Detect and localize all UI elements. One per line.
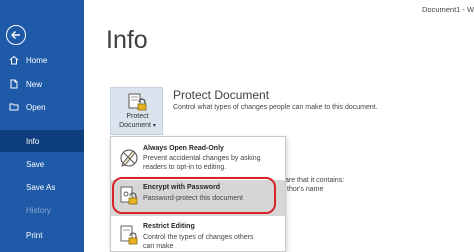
menu-item-desc: readers to opt-in to editing. (143, 164, 227, 171)
folder-open-icon (9, 102, 19, 112)
nav-save-as-label: Save As (26, 182, 56, 192)
inspect-text-partial-2: thor's name (287, 186, 324, 193)
restrict-lock-icon (119, 223, 139, 249)
protect-description: Control what types of changes people can… (173, 104, 378, 111)
protect-document-button[interactable]: Protect Document ▾ (110, 87, 163, 135)
nav-save[interactable]: Save (0, 153, 84, 175)
nav-new[interactable]: New (0, 73, 84, 95)
menu-item-restrict-editing[interactable]: Restrict Editing Control the types of ch… (111, 219, 285, 252)
protect-tile-label-line1: Protect (126, 113, 149, 120)
nav-history-label: History (26, 205, 51, 215)
protect-heading: Protect Document (173, 88, 270, 102)
menu-item-title: Restrict Editing (143, 223, 195, 230)
home-icon (9, 55, 19, 65)
nav-print-label: Print (26, 230, 43, 240)
highlight-oval (112, 177, 276, 214)
nav-home[interactable]: Home (0, 49, 84, 71)
nav-save-as[interactable]: Save As (0, 176, 84, 198)
page-title: Info (106, 26, 148, 54)
nav-new-label: New (26, 79, 43, 89)
back-arrow-icon (11, 31, 20, 39)
new-document-icon (9, 79, 19, 89)
protect-tile-label-line2-text: Document (119, 122, 151, 129)
nav-save-label: Save (26, 159, 45, 169)
menu-item-desc: can make (143, 243, 174, 250)
menu-item-desc: Prevent accidental changes by asking (143, 155, 261, 162)
protect-tile-label-line2: Document ▾ (111, 122, 164, 129)
backstage-sidebar: Home New Open Info Save Save As History … (0, 0, 84, 252)
nav-info-label: Info (26, 136, 40, 146)
nav-open[interactable]: Open (0, 96, 84, 118)
menu-item-title: Always Open Read-Only (143, 145, 224, 152)
back-button[interactable] (6, 25, 26, 45)
nav-home-label: Home (26, 55, 48, 65)
document-title: Document1 - W (422, 5, 474, 14)
inspect-text-partial: are that it contains: (285, 177, 345, 184)
nav-print[interactable]: Print (0, 224, 84, 246)
nav-open-label: Open (26, 102, 46, 112)
nav-info[interactable]: Info (0, 130, 84, 152)
no-edit-pencil-icon (119, 145, 139, 171)
chevron-down-icon: ▾ (152, 123, 156, 129)
nav-history: History (0, 199, 84, 221)
menu-item-desc: Control the types of changes others (143, 234, 254, 241)
menu-item-always-open-read-only[interactable]: Always Open Read-Only Prevent accidental… (111, 141, 285, 177)
